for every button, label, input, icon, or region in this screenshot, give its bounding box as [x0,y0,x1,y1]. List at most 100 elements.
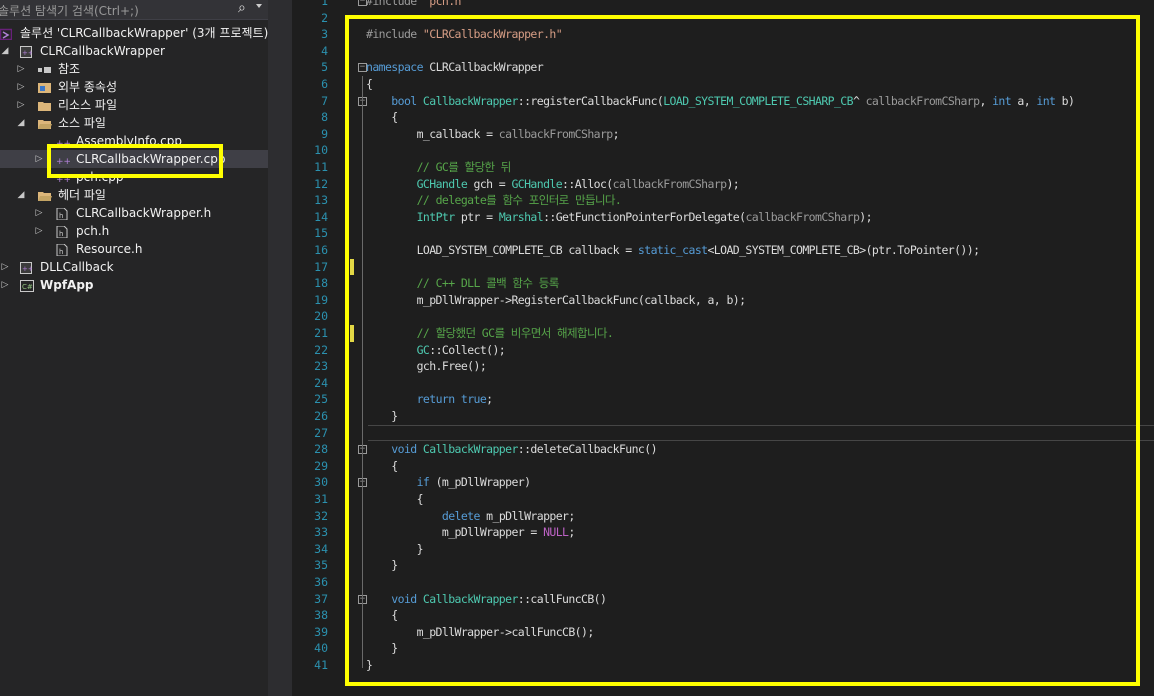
code-line[interactable]: 26 } [276,408,1154,425]
tree-item-resource-h[interactable]: h Resource.h [0,240,268,258]
code-text[interactable]: #include "CLRCallbackWrapper.h" [366,26,563,43]
code-line[interactable]: 36 [276,574,1154,591]
code-line[interactable]: 31 { [276,491,1154,508]
code-line[interactable]: 32 delete m_pDllWrapper; [276,508,1154,525]
code-text[interactable]: } [366,408,398,425]
code-line[interactable]: 13 // delegate를 함수 포인터로 만듭니다. [276,192,1154,209]
fold-toggle-icon[interactable]: − [358,63,367,73]
code-text[interactable]: m_pDllWrapper->RegisterCallbackFunc(call… [366,292,746,309]
code-line[interactable]: 38 { [276,607,1154,624]
code-text[interactable]: LOAD_SYSTEM_COMPLETE_CB callback = stati… [366,242,980,259]
code-text[interactable]: gch.Free(); [366,358,487,375]
chevron-down-icon[interactable] [256,4,262,8]
code-line[interactable]: 17 [276,259,1154,276]
code-line[interactable]: 7 bool CallbackWrapper::registerCallback… [276,93,1154,110]
code-text[interactable]: m_pDllWrapper = NULL; [366,524,575,541]
panel-splitter[interactable] [268,0,276,696]
tree-item-pch-h[interactable]: ▷ h pch.h [0,222,268,240]
code-line[interactable]: 40 } [276,640,1154,657]
code-line[interactable]: 4 [276,43,1154,60]
code-line[interactable]: 1 #include "pch.h" [276,0,1154,10]
code-line[interactable]: 9 m_callback = callbackFromCSharp; [276,126,1154,143]
fold-toggle-icon[interactable]: − [358,0,367,6]
collapsed-arrow-icon[interactable]: ▷ [16,96,26,114]
code-line[interactable]: 2 [276,10,1154,27]
collapsed-arrow-icon[interactable]: ▷ [0,258,10,276]
code-line[interactable]: 35 } [276,557,1154,574]
code-editor[interactable]: 1 #include "pch.h" 2 3 #include "CLRCallback… [276,0,1154,696]
code-text[interactable]: { [366,76,373,93]
code-text[interactable]: GC::Collect(); [366,342,506,359]
code-line[interactable]: 12 GCHandle gch = GCHandle::Alloc(callba… [276,176,1154,193]
tree-item-clrcallbackwrapper-h[interactable]: ▷ h CLRCallbackWrapper.h [0,204,268,222]
code-text[interactable]: m_pDllWrapper->callFuncCB(); [366,624,595,641]
code-line[interactable]: 29 { [276,458,1154,475]
collapsed-arrow-icon[interactable]: ▷ [16,78,26,96]
tree-item-project-dllcallback[interactable]: ▷ ++ DLLCallback [0,258,268,276]
solution-explorer-search[interactable]: 솔루션 탐색기 검색(Ctrl+;) ⌕ [0,0,268,20]
tree-item-pch-cpp[interactable]: ++ pch.cpp [0,168,268,186]
code-text[interactable]: namespace CLRCallbackWrapper [366,59,544,76]
code-text[interactable]: GCHandle gch = GCHandle::Alloc(callbackF… [366,176,740,193]
code-line[interactable]: 15 [276,225,1154,242]
expanded-arrow-icon[interactable]: ◢ [16,114,26,132]
tree-item-external-deps[interactable]: ▷ 외부 종속성 [0,78,268,96]
tree-item-clrcallbackwrapper-cpp[interactable]: ▷ ++ CLRCallbackWrapper.cpp [0,150,268,168]
code-line[interactable]: 10 [276,142,1154,159]
code-text[interactable]: { [366,491,424,508]
code-text[interactable]: // delegate를 함수 포인터로 만듭니다. [366,192,622,209]
code-line[interactable]: 27 [276,425,1154,442]
code-line[interactable]: 34 } [276,541,1154,558]
tree-item-solution[interactable]: 솔루션 'CLRCallbackWrapper' (3개 프로젝트) [0,24,268,42]
collapsed-arrow-icon[interactable]: ▷ [34,204,44,222]
code-line[interactable]: 30 if (m_pDllWrapper) [276,474,1154,491]
code-line[interactable]: 6{ [276,76,1154,93]
expanded-arrow-icon[interactable]: ◢ [0,42,10,60]
collapsed-arrow-icon[interactable]: ▷ [34,222,44,240]
code-line[interactable]: 21 // 할당했던 GC를 비우면서 해제합니다. [276,325,1154,342]
tree-item-source-files[interactable]: ◢ 소스 파일 [0,114,268,132]
code-text[interactable]: } [366,657,373,674]
code-line[interactable]: 18 // C++ DLL 콜백 함수 등록 [276,275,1154,292]
code-text[interactable]: m_callback = callbackFromCSharp; [366,126,620,143]
code-line[interactable]: 25 return true; [276,391,1154,408]
code-text[interactable]: { [366,109,398,126]
code-text[interactable]: if (m_pDllWrapper) [366,474,531,491]
code-line[interactable]: 23 gch.Free(); [276,358,1154,375]
collapsed-arrow-icon[interactable]: ▷ [34,150,44,168]
code-text[interactable]: } [366,640,398,657]
code-text[interactable]: return true; [366,391,494,408]
search-input[interactable]: 솔루션 탐색기 검색(Ctrl+;) [0,2,139,19]
code-text[interactable]: // C++ DLL 콜백 함수 등록 [366,275,560,292]
tree-item-resource-files[interactable]: ▷ 리소스 파일 [0,96,268,114]
code-line[interactable]: 5 namespace CLRCallbackWrapper [276,59,1154,76]
code-text[interactable]: void CallbackWrapper::deleteCallbackFunc… [366,441,657,458]
search-icon[interactable]: ⌕ [238,0,246,16]
code-text[interactable]: void CallbackWrapper::callFuncCB() [366,591,607,608]
collapsed-arrow-icon[interactable]: ▷ [16,60,26,78]
collapsed-arrow-icon[interactable]: ▷ [0,276,10,294]
code-text[interactable]: } [366,557,398,574]
tree-item-project-wpfapp[interactable]: ▷ C# WpfApp [0,276,268,294]
code-line[interactable]: 14 IntPtr ptr = Marshal::GetFunctionPoin… [276,209,1154,226]
tree-item-project-clrcallbackwrapper[interactable]: ◢ ++ CLRCallbackWrapper [0,42,268,60]
code-line[interactable]: 3 #include "CLRCallbackWrapper.h" [276,26,1154,43]
code-text[interactable]: bool CallbackWrapper::registerCallbackFu… [366,93,1075,110]
code-text[interactable]: // GC를 할당한 뒤 [366,159,512,176]
code-line[interactable]: 41} [276,657,1154,674]
code-text[interactable]: delete m_pDllWrapper; [366,508,575,525]
tree-item-assemblyinfo[interactable]: ++ AssemblyInfo.cpp [0,132,268,150]
expanded-arrow-icon[interactable]: ◢ [16,186,26,204]
code-line[interactable]: 37 void CallbackWrapper::callFuncCB() [276,591,1154,608]
code-text[interactable]: // 할당했던 GC를 비우면서 해제합니다. [366,325,614,342]
tree-item-header-files[interactable]: ◢ 헤더 파일 [0,186,268,204]
code-line[interactable]: 28 void CallbackWrapper::deleteCallbackF… [276,441,1154,458]
code-line[interactable]: 22 GC::Collect(); [276,342,1154,359]
code-text[interactable]: { [366,607,398,624]
code-line[interactable]: 8 { [276,109,1154,126]
code-text[interactable]: #include "pch.h" [366,0,468,10]
code-line[interactable]: 24 [276,375,1154,392]
code-line[interactable]: 39 m_pDllWrapper->callFuncCB(); [276,624,1154,641]
code-line[interactable]: 16 LOAD_SYSTEM_COMPLETE_CB callback = st… [276,242,1154,259]
code-line[interactable]: 11 // GC를 할당한 뒤 [276,159,1154,176]
